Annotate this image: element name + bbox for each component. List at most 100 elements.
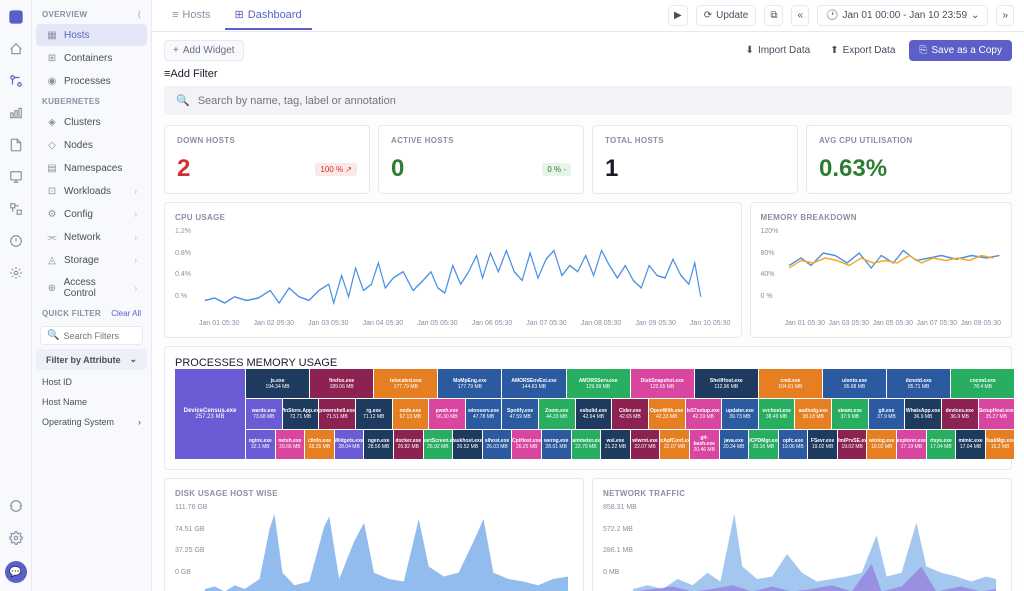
treemap-cell[interactable]: McApfConf.exe22.07 MB bbox=[660, 430, 689, 459]
sidebar-item-nodes[interactable]: ◇Nodes bbox=[36, 134, 147, 156]
treemap-cell[interactable]: Cider.exe42.65 MB bbox=[612, 399, 648, 428]
filter-host-id[interactable]: Host ID bbox=[32, 372, 151, 392]
treemap-cell[interactable]: FSevr.exe19.02 MB bbox=[808, 430, 837, 459]
treemap-cell[interactable]: rg.exe71.12 MB bbox=[356, 399, 392, 428]
treemap-cell[interactable]: MoMpEng.exe177.79 MB bbox=[438, 369, 501, 398]
date-range-picker[interactable]: 🕐 Jan 01 00:00 - Jan 10 23:59 ⌄ bbox=[817, 5, 988, 26]
treemap-cell[interactable]: TaskMgr.exe15.2 MB bbox=[986, 430, 1015, 459]
treemap-cell[interactable]: dznotd.exe85.71 MB bbox=[887, 369, 950, 398]
chat-icon[interactable]: 💬 bbox=[5, 561, 27, 583]
treemap-cell[interactable]: js.exe194.34 MB bbox=[246, 369, 309, 398]
settings-icon[interactable] bbox=[7, 529, 25, 547]
add-filter-button[interactable]: ≡Add Filter bbox=[164, 68, 218, 80]
treemap-cell[interactable]: steam.exe37.9 MB bbox=[832, 399, 868, 428]
metrics-icon[interactable] bbox=[7, 104, 25, 122]
treemap-cell[interactable]: ulonto.exe95.68 MB bbox=[823, 369, 886, 398]
treemap-cell[interactable]: winoserv.exe47.78 MB bbox=[466, 399, 502, 428]
sidebar-item-hosts[interactable]: ▦Hosts bbox=[36, 24, 147, 46]
treemap-cell[interactable]: wsl.exe21.22 MB bbox=[601, 430, 630, 459]
filter-by-attribute[interactable]: Filter by Attribute ⌄ bbox=[36, 349, 147, 370]
sidebar-item-workloads[interactable]: ⊡Workloads› bbox=[36, 180, 147, 202]
tab-hosts[interactable]: ≡Hosts bbox=[162, 1, 221, 30]
treemap-cell[interactable]: cmd.exe104.81 MB bbox=[759, 369, 822, 398]
clear-all-link[interactable]: Clear All bbox=[111, 309, 141, 318]
filter-search[interactable]: 🔍 bbox=[40, 326, 143, 345]
treemap-cell[interactable]: mimic.exe17.04 MB bbox=[956, 430, 985, 459]
sidebar-item-network[interactable]: ⫘Network› bbox=[36, 226, 147, 248]
treemap-cell[interactable]: winlog.exe19.02 MB bbox=[867, 430, 896, 459]
infra-icon[interactable] bbox=[7, 72, 25, 90]
export-data-button[interactable]: ⬆Export Data bbox=[824, 41, 901, 60]
home-icon[interactable] bbox=[7, 40, 25, 58]
logs-icon[interactable] bbox=[7, 136, 25, 154]
treemap-cell[interactable]: WmiPrvSE.exe19.02 MB bbox=[838, 430, 867, 459]
treemap-cell[interactable]: git-bash.exe20.46 MB bbox=[690, 430, 719, 459]
sidebar-item-clusters[interactable]: ◈Clusters bbox=[36, 111, 147, 133]
treemap-cell[interactable]: esbulid.exe42.94 MB bbox=[576, 399, 612, 428]
sidebar-item-namespaces[interactable]: ▤Namespaces bbox=[36, 157, 147, 179]
tab-dashboard[interactable]: ⊞Dashboard bbox=[225, 1, 312, 30]
treemap-cell[interactable]: wards.exe73.68 MB bbox=[246, 399, 282, 428]
treemap-cell[interactable]: devices.exe36.9 MB bbox=[942, 399, 978, 428]
treemap-cell[interactable]: Spotify.exe47.59 MB bbox=[502, 399, 538, 428]
time-back-button[interactable]: « bbox=[791, 5, 809, 26]
treemap-cell[interactable]: sihost.exe26.03 MB bbox=[483, 430, 512, 459]
treemap-cell[interactable]: cncmd.exe78.4 MB bbox=[951, 369, 1014, 398]
update-button[interactable]: ⟳Update bbox=[696, 5, 757, 26]
sidebar-item-access-control[interactable]: ⊕Access Control› bbox=[36, 272, 147, 304]
time-forward-button[interactable]: » bbox=[996, 5, 1014, 26]
treemap-cell[interactable]: DiskSnapshot.exe122.65 MB bbox=[631, 369, 694, 398]
treemap-cell[interactable]: opfc.exe19.06 MB bbox=[779, 430, 808, 459]
treemap-cell[interactable]: AMORSServ.exe129.99 MB bbox=[567, 369, 630, 398]
sidebar-item-containers[interactable]: ⊞Containers bbox=[36, 47, 147, 69]
pipelines-icon[interactable] bbox=[7, 200, 25, 218]
treemap-cell[interactable]: SetupHost.exe35.27 MB bbox=[979, 399, 1015, 428]
treemap-cell[interactable]: le57setup.exe42.19 MB bbox=[686, 399, 722, 428]
copy-button[interactable]: ⧉ bbox=[764, 5, 783, 26]
treemap-cell[interactable]: pwsh.exe66.30 MB bbox=[429, 399, 465, 428]
save-as-copy-button[interactable]: ⎘Save as a Copy bbox=[909, 40, 1012, 61]
treemap-cell[interactable]: UCPDMgr.exe20.16 MB bbox=[749, 430, 778, 459]
treemap-cell[interactable]: telocated.exe177.79 MB bbox=[374, 369, 437, 398]
treemap-cell[interactable]: CptHost.exe26.25 MB bbox=[512, 430, 541, 459]
treemap-cell[interactable]: updater.exe39.73 MB bbox=[722, 399, 758, 428]
logo-icon[interactable] bbox=[7, 8, 25, 26]
treemap-cell[interactable]: AMORSEnvExt.exe144.63 MB bbox=[502, 369, 565, 398]
treemap-cell[interactable]: Zoom.exe44.33 MB bbox=[539, 399, 575, 428]
support-icon[interactable] bbox=[7, 497, 25, 515]
import-data-button[interactable]: ⬇Import Data bbox=[740, 41, 817, 60]
treemap-cell[interactable]: nginx.exe32.1 MB bbox=[246, 430, 275, 459]
treemap-cell[interactable]: powershell.exe71.51 MB bbox=[319, 399, 355, 428]
treemap-cell[interactable]: docker.exe26.82 MB bbox=[394, 430, 423, 459]
alerts-icon[interactable] bbox=[7, 232, 25, 250]
treemap-cell[interactable]: taskhost.exe26.52 MB bbox=[453, 430, 482, 459]
sidebar-item-storage[interactable]: ◬Storage› bbox=[36, 249, 147, 271]
treemap-cell[interactable]: node.exe67.13 MB bbox=[393, 399, 429, 428]
treemap-cell[interactable]: Widgets.exe28.04 MB bbox=[335, 430, 364, 459]
treemap-cell[interactable]: explorer.exe17.19 MB bbox=[897, 430, 926, 459]
treemap-cell[interactable]: WhatsApp.exe36.9 MB bbox=[905, 399, 941, 428]
treemap-cell[interactable]: werng.exe28.01 MB bbox=[542, 430, 571, 459]
treemap-cell[interactable]: svchost.exe38.49 MB bbox=[759, 399, 795, 428]
collapse-sidebar-icon[interactable]: ⟨ bbox=[138, 10, 141, 19]
treemap-cell[interactable]: Rainmeter.exe22.79 MB bbox=[572, 430, 601, 459]
sidebar-item-processes[interactable]: ◉Processes bbox=[36, 70, 147, 92]
treemap-cell[interactable]: DeviceCensus.exe257.23 MB bbox=[175, 369, 245, 459]
treemap-cell[interactable]: WinStore.App.exe72.71 MB bbox=[283, 399, 319, 428]
treemap-cell[interactable]: OpenWith.exe42.33 MB bbox=[649, 399, 685, 428]
search-input[interactable] bbox=[198, 95, 1000, 107]
treemap-cell[interactable]: SmartScreen.exe26.92 MB bbox=[424, 430, 453, 459]
treemap-cell[interactable]: netsh.exe29.66 MB bbox=[276, 430, 305, 459]
treemap-cell[interactable]: firefox.exe189.06 MB bbox=[310, 369, 373, 398]
treemap-cell[interactable]: java.exe20.34 MB bbox=[720, 430, 749, 459]
add-widget-button[interactable]: +Add Widget bbox=[164, 40, 244, 61]
search-bar[interactable]: 🔍 bbox=[164, 86, 1012, 115]
filter-search-input[interactable] bbox=[63, 331, 152, 341]
traces-icon[interactable] bbox=[7, 168, 25, 186]
treemap-cell[interactable]: ShellHost.exe112.96 MB bbox=[695, 369, 758, 398]
treemap-cell[interactable]: wlwrnt.exe22.07 MB bbox=[631, 430, 660, 459]
treemap-cell[interactable]: cllnfo.exe28.25 MB bbox=[305, 430, 334, 459]
treemap-cell[interactable]: git.exe37.9 MB bbox=[869, 399, 905, 428]
filter-operating-system[interactable]: Operating System› bbox=[32, 412, 151, 432]
treemap-cell[interactable]: rtsys.exe17.04 MB bbox=[927, 430, 956, 459]
